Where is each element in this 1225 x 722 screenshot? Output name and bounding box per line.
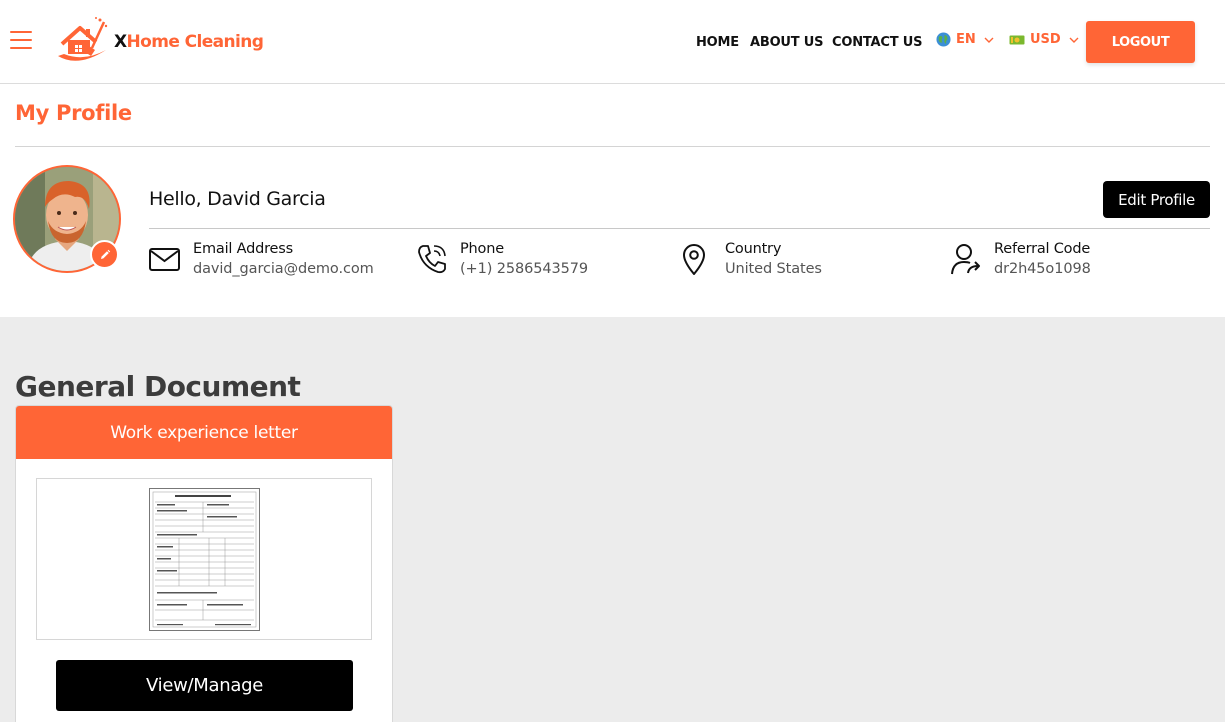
phone-label: Phone (460, 241, 504, 257)
brand-name-rest: Home Cleaning (126, 32, 264, 52)
currency-value: USD (1030, 32, 1061, 47)
nav-contact-link[interactable]: CONTACT US (832, 35, 922, 50)
brand-name-prefix: X (114, 32, 127, 52)
view-manage-button[interactable]: View/Manage (56, 660, 353, 711)
divider (149, 228, 1210, 229)
location-pin-icon (683, 244, 705, 275)
email-info: Email Address david_garcia@demo.com (148, 240, 374, 280)
phone-icon (418, 245, 446, 274)
top-header: XHome Cleaning HOME ABOUT US CONTACT US … (0, 0, 1225, 84)
language-value: EN (956, 32, 976, 47)
document-thumbnail (149, 488, 260, 631)
logout-button[interactable]: LOGOUT (1086, 21, 1195, 63)
referral-label: Referral Code (994, 241, 1091, 257)
document-card: Work experience letter View/Manage (15, 405, 393, 722)
section-title: General Document (15, 370, 301, 403)
edit-profile-button[interactable]: Edit Profile (1103, 181, 1210, 218)
currency-dropdown[interactable]: USD (1009, 32, 1079, 47)
nav-home-link[interactable]: HOME (696, 35, 739, 50)
phone-info: Phone (+1) 2586543579 (415, 240, 588, 280)
avatar-edit-button[interactable] (90, 240, 119, 269)
country-value: United States (725, 261, 822, 277)
email-label: Email Address (193, 241, 293, 257)
profile-section: My Profile Hello, David Garcia Edit Prof… (0, 84, 1225, 317)
divider (15, 146, 1210, 147)
nav-about-link[interactable]: ABOUT US (750, 35, 823, 50)
pencil-icon (100, 249, 110, 259)
page-title: My Profile (15, 101, 132, 125)
email-value: david_garcia@demo.com (193, 261, 374, 277)
document-preview[interactable] (36, 478, 372, 640)
chevron-down-icon (984, 37, 994, 43)
hamburger-menu-icon[interactable] (10, 31, 32, 49)
document-card-title: Work experience letter (16, 406, 392, 459)
mail-icon (149, 248, 180, 271)
house-broom-logo-icon (58, 17, 108, 61)
brand-name: XHome Cleaning (114, 32, 264, 52)
globe-icon (936, 32, 951, 47)
phone-value: (+1) 2586543579 (460, 261, 589, 277)
banknote-icon (1009, 35, 1025, 44)
user-share-icon (951, 244, 980, 275)
country-info: Country United States (680, 240, 822, 280)
language-dropdown[interactable]: EN (936, 32, 994, 47)
country-label: Country (725, 241, 782, 257)
referral-value: dr2h45o1098 (994, 261, 1091, 277)
greeting: Hello, David Garcia (149, 188, 326, 210)
chevron-down-icon (1069, 37, 1079, 43)
referral-info: Referral Code dr2h45o1098 (949, 240, 1091, 280)
brand-logo[interactable]: XHome Cleaning (56, 16, 264, 68)
